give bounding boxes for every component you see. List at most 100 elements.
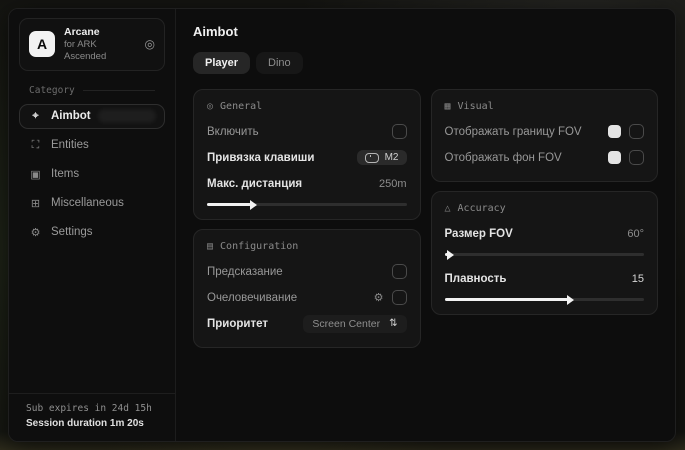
app-window: A Arcane for ARK Ascended Category Aimbo…	[8, 8, 676, 442]
fov-bg-row: Отображать фон FOV	[445, 147, 645, 168]
session-duration-text: Session duration 1m 20s	[26, 416, 158, 431]
sidebar-item-items[interactable]: Items	[19, 162, 165, 187]
card-visual: Visual Отображать границу FOV Отображать…	[431, 89, 659, 182]
sidebar-item-label: Entities	[51, 139, 89, 151]
card-general-header: General	[207, 101, 407, 112]
fov-size-row: Размер FOV 60°	[445, 223, 645, 244]
tab-bar: Player Dino	[193, 52, 658, 74]
sidebar-item-label: Aimbot	[51, 110, 91, 122]
keybind-row: Привязка клавиши M2	[207, 147, 407, 168]
target-icon	[207, 101, 213, 112]
card-accuracy-header: Accuracy	[445, 203, 645, 214]
smoothness-label: Плавность	[445, 273, 507, 285]
main-content: Aimbot Player Dino General Включить	[176, 9, 675, 441]
smoothness-row: Плавность 15	[445, 268, 645, 289]
humanization-checkbox[interactable]	[392, 290, 407, 305]
fov-bg-color-swatch[interactable]	[608, 151, 621, 164]
sidebar: A Arcane for ARK Ascended Category Aimbo…	[9, 9, 176, 441]
sidebar-item-label: Items	[51, 168, 79, 180]
prediction-row: Предсказание	[207, 261, 407, 282]
tab-dino[interactable]: Dino	[256, 52, 303, 74]
priority-label: Приоритет	[207, 318, 268, 330]
fov-size-label: Размер FOV	[445, 228, 513, 240]
brand-text: Arcane for ARK Ascended	[64, 26, 136, 63]
target-icon[interactable]	[145, 37, 155, 51]
fov-border-label: Отображать границу FOV	[445, 126, 582, 138]
humanization-label: Очеловечивание	[207, 292, 297, 304]
sidebar-item-label: Settings	[51, 226, 93, 238]
priority-row: Приоритет Screen Center	[207, 313, 407, 334]
right-column: Visual Отображать границу FOV Отображать…	[431, 89, 659, 315]
sub-expires-text: Sub expires in 24d 15h	[26, 402, 158, 416]
card-general: General Включить Привязка клавиши M2	[193, 89, 421, 220]
card-title: Visual	[458, 101, 494, 112]
category-row: Category	[29, 85, 155, 96]
card-title: Accuracy	[458, 203, 506, 214]
card-visual-header: Visual	[445, 101, 645, 112]
config-icon	[207, 241, 213, 252]
app-name: Arcane	[64, 26, 136, 39]
crosshair-icon	[29, 110, 42, 123]
page-title: Aimbot	[193, 24, 658, 39]
max-distance-slider[interactable]	[207, 203, 407, 206]
humanization-settings-icon[interactable]	[374, 291, 384, 304]
fov-border-row: Отображать границу FOV	[445, 121, 645, 142]
fov-size-value: 60°	[627, 228, 644, 240]
keybind-label: Привязка клавиши	[207, 152, 314, 164]
sidebar-item-label: Miscellaneous	[51, 197, 124, 209]
sidebar-item-settings[interactable]: Settings	[19, 220, 165, 245]
select-updown-icon	[389, 318, 397, 329]
priority-select[interactable]: Screen Center	[303, 315, 406, 333]
smoothness-slider[interactable]	[445, 298, 645, 301]
enable-row: Включить	[207, 121, 407, 142]
max-distance-row: Макс. дистанция 250m	[207, 173, 407, 194]
sidebar-nav: Aimbot Entities Items Miscellaneous	[9, 104, 175, 245]
prediction-label: Предсказание	[207, 266, 283, 278]
app-subtitle: for ARK Ascended	[64, 39, 136, 63]
sidebar-item-entities[interactable]: Entities	[19, 133, 165, 158]
slider-fill[interactable]	[445, 298, 569, 301]
divider	[83, 90, 155, 91]
card-title: Configuration	[220, 241, 298, 252]
sidebar-item-aimbot[interactable]: Aimbot	[19, 104, 165, 129]
fov-border-checkbox[interactable]	[629, 124, 644, 139]
box-icon	[29, 168, 42, 181]
scan-person-icon	[29, 139, 42, 152]
fov-bg-label: Отображать фон FOV	[445, 152, 562, 164]
max-distance-label: Макс. дистанция	[207, 178, 302, 190]
priority-value: Screen Center	[312, 318, 380, 330]
sidebar-top: A Arcane for ARK Ascended Category	[9, 9, 175, 104]
enable-label: Включить	[207, 126, 259, 138]
cards-grid: General Включить Привязка клавиши M2	[193, 89, 658, 348]
card-title: General	[220, 101, 262, 112]
fov-border-color-swatch[interactable]	[608, 125, 621, 138]
sidebar-item-miscellaneous[interactable]: Miscellaneous	[19, 191, 165, 216]
blurred-watermark	[98, 109, 156, 123]
gear-icon	[29, 226, 42, 239]
humanization-row: Очеловечивание	[207, 287, 407, 308]
visual-icon	[445, 101, 451, 112]
card-configuration: Configuration Предсказание Очеловечивани…	[193, 229, 421, 348]
desktop-background: A Arcane for ARK Ascended Category Aimbo…	[0, 0, 685, 450]
mouse-icon	[365, 153, 379, 163]
smoothness-value: 15	[632, 273, 644, 285]
fov-bg-checkbox[interactable]	[629, 150, 644, 165]
slider-fill[interactable]	[207, 203, 251, 206]
app-logo: A	[29, 31, 55, 57]
prediction-checkbox[interactable]	[392, 264, 407, 279]
enable-checkbox[interactable]	[392, 124, 407, 139]
grid-icon	[29, 197, 42, 210]
accuracy-icon	[445, 203, 451, 214]
category-label: Category	[29, 85, 75, 96]
max-distance-value: 250m	[379, 178, 407, 190]
fov-size-slider[interactable]	[445, 253, 645, 256]
keybind-button[interactable]: M2	[357, 150, 407, 165]
slider-fill[interactable]	[445, 253, 449, 256]
left-column: General Включить Привязка клавиши M2	[193, 89, 421, 348]
keybind-value: M2	[385, 152, 399, 163]
card-configuration-header: Configuration	[207, 241, 407, 252]
tab-player[interactable]: Player	[193, 52, 250, 74]
card-accuracy: Accuracy Размер FOV 60° Плавность 15	[431, 191, 659, 315]
sidebar-footer: Sub expires in 24d 15h Session duration …	[9, 393, 175, 441]
brand-card: A Arcane for ARK Ascended	[19, 18, 165, 71]
